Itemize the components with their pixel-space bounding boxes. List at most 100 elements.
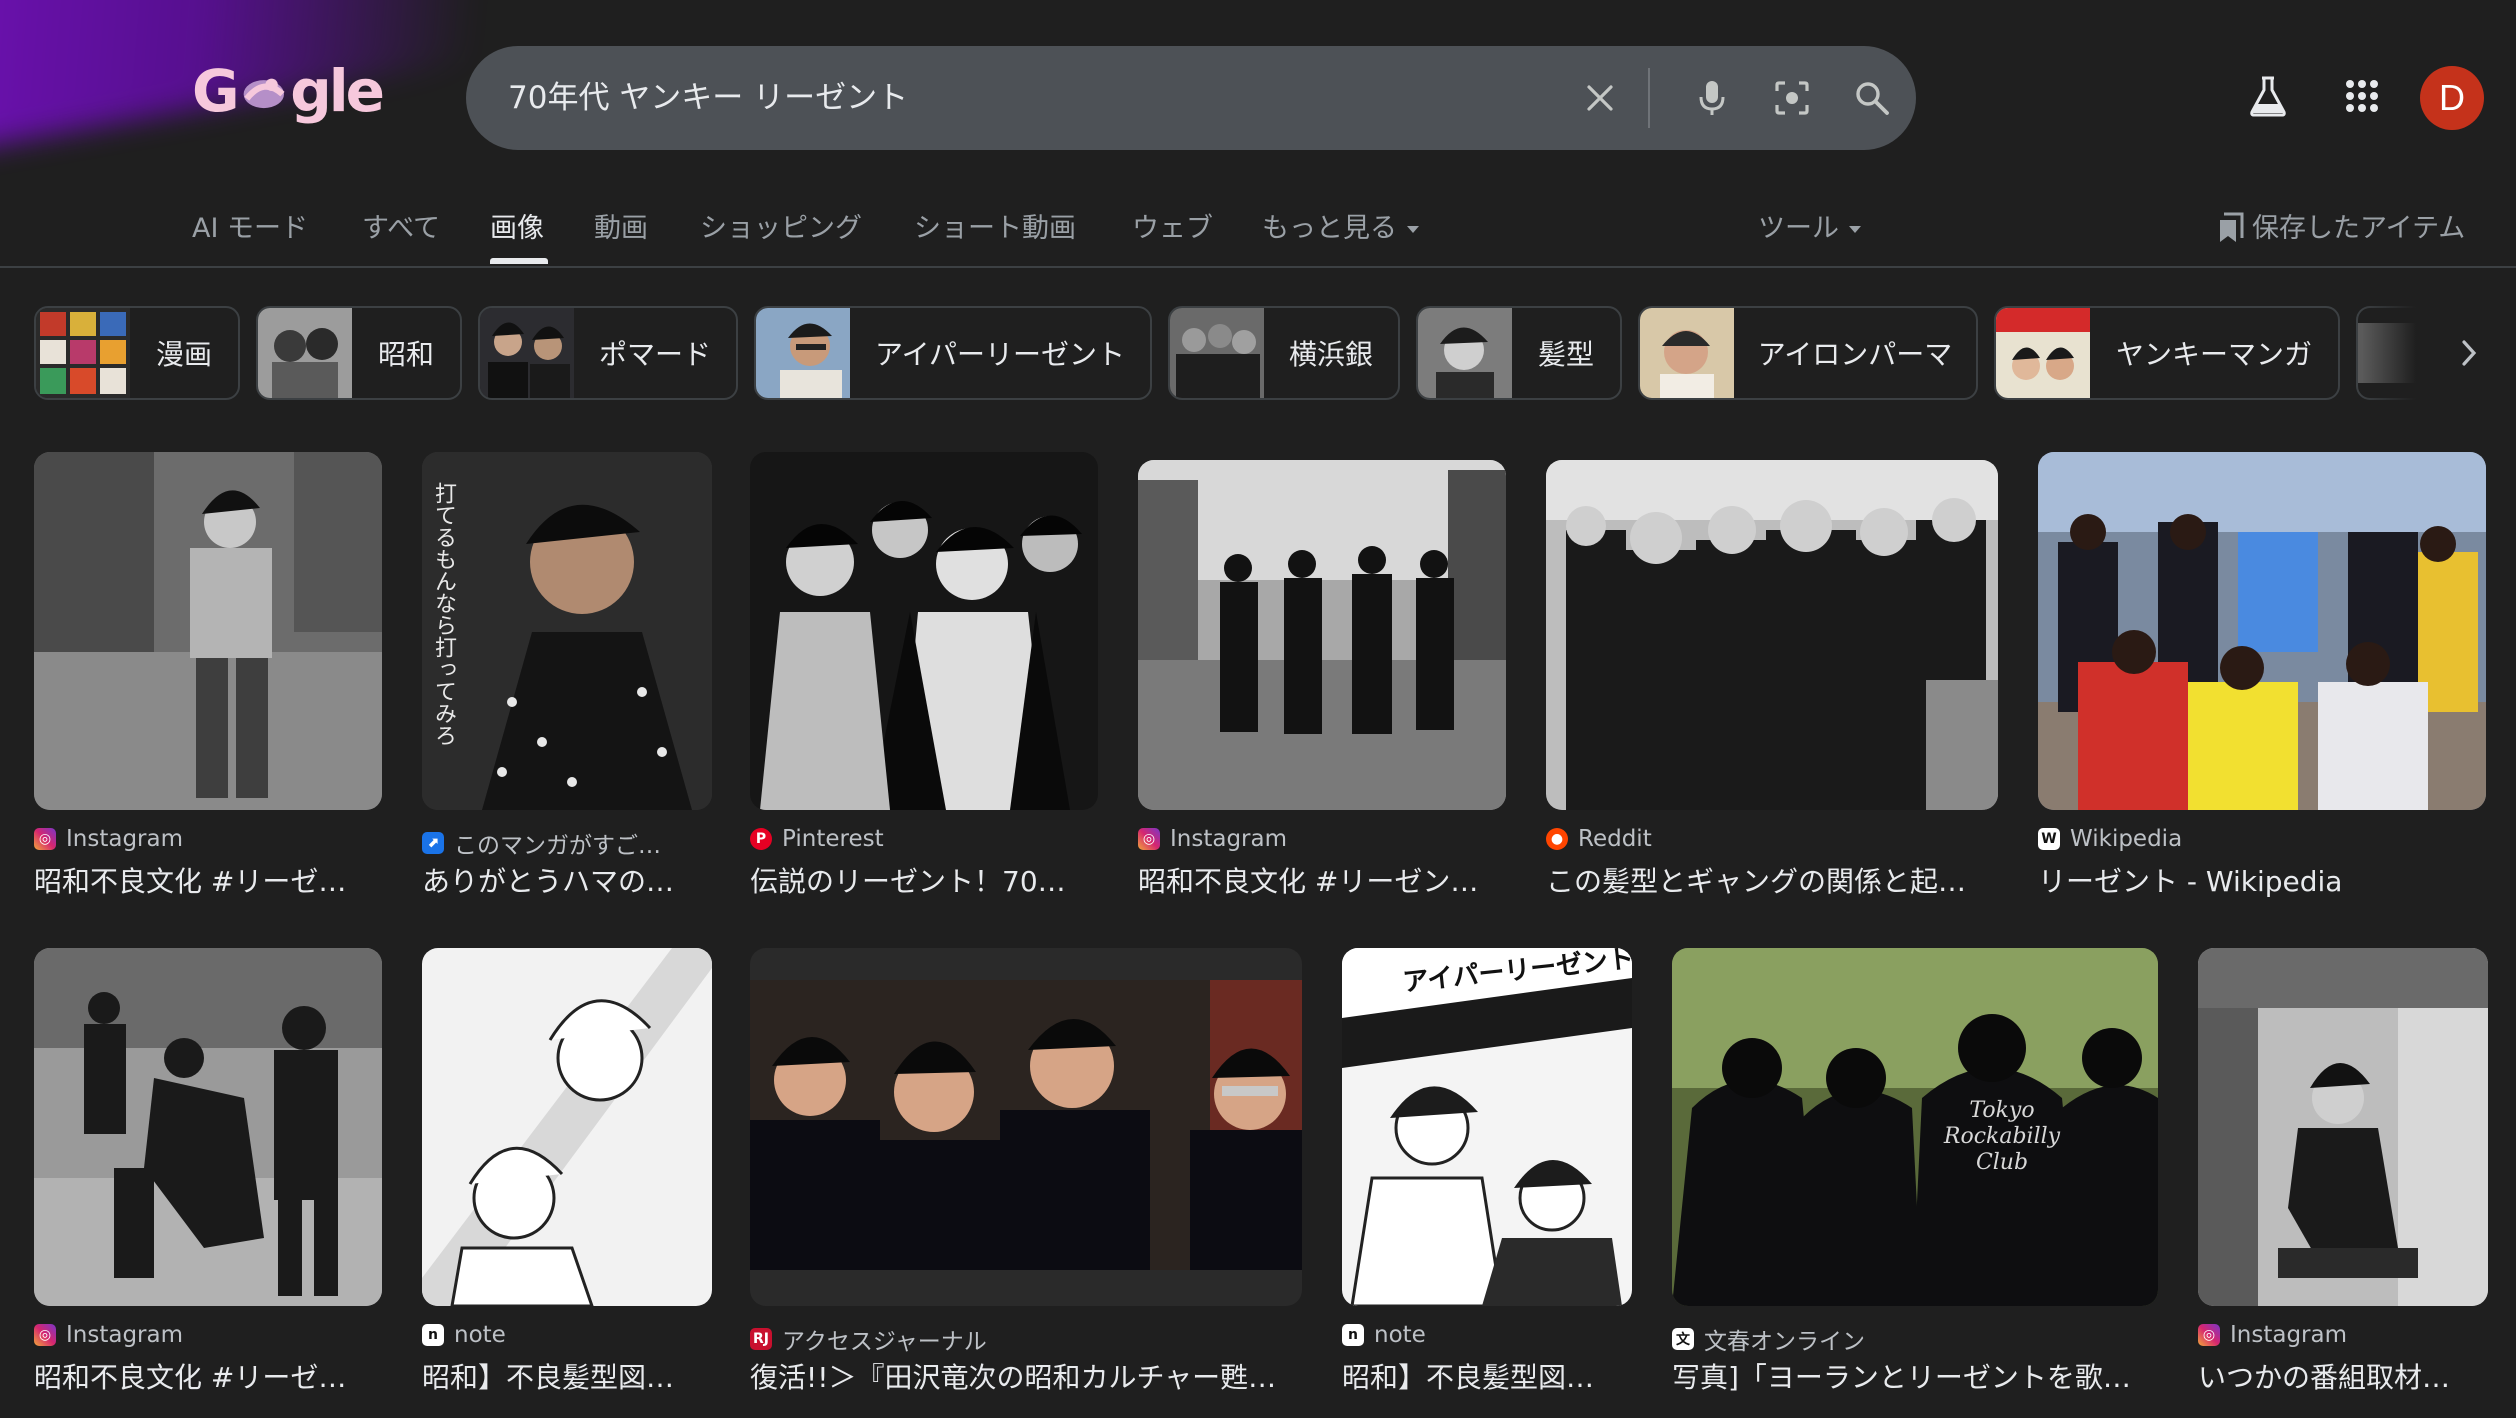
instagram-icon: ◎: [34, 1324, 56, 1346]
result-title[interactable]: 伝説のリーゼント！70…: [750, 860, 1098, 900]
tab-short-videos[interactable]: ショート動画: [914, 206, 1076, 245]
chip-label: ヤンキーマンガ: [2115, 338, 2312, 371]
result-title[interactable]: 昭和】不良髪型図…: [422, 1356, 712, 1396]
tab-web[interactable]: ウェブ: [1132, 206, 1213, 245]
search-divider: [1648, 68, 1650, 128]
result-source: ⬈ このマンガがすご…: [422, 826, 661, 860]
tools-button[interactable]: ツール: [1758, 206, 1861, 245]
result-image[interactable]: [2198, 948, 2488, 1306]
image-result-card[interactable]: ◎ Instagram 昭和不良文化 #リーゼン…: [1138, 452, 1506, 902]
tab-more-label: もっと見る: [1262, 213, 1397, 244]
chip-label: アイロンパーマ: [1757, 338, 1953, 371]
apps-grid-icon[interactable]: [2332, 66, 2392, 126]
microphone-icon[interactable]: [1686, 72, 1738, 124]
image-result-card[interactable]: ◎ Instagram 昭和不良文化 #リーゼ…: [34, 948, 382, 1398]
chip-manga[interactable]: 漫画: [34, 306, 240, 400]
instagram-icon: ◎: [1138, 828, 1160, 850]
result-image[interactable]: [34, 452, 382, 810]
chip-thumbnail: [1996, 308, 2090, 398]
camera-lens-icon[interactable]: [1766, 72, 1818, 124]
active-tab-indicator: [490, 258, 548, 264]
result-source: ◎ Instagram: [34, 1322, 183, 1348]
tab-all[interactable]: すべて: [362, 206, 440, 245]
result-title[interactable]: 写真]「ヨーランとリーゼントを歌…: [1672, 1356, 2158, 1396]
result-title[interactable]: 昭和不良文化 #リーゼン…: [1138, 860, 1506, 900]
image-result-card[interactable]: P Pinterest 伝説のリーゼント！70…: [750, 452, 1098, 902]
chip-label: 昭和: [377, 338, 434, 371]
google-doodle-logo[interactable]: G gle: [192, 56, 385, 126]
image-result-card[interactable]: ◎ Instagram 昭和不良文化 #リーゼ…: [34, 452, 382, 902]
result-image[interactable]: [422, 452, 712, 810]
result-image[interactable]: [1672, 948, 2158, 1306]
chips-scroll-right[interactable]: [2362, 306, 2516, 400]
chip-iper-regent[interactable]: アイパーリーゼント: [754, 306, 1152, 400]
reddit-icon: ●: [1546, 828, 1568, 850]
access-journal-icon: RJ: [750, 1328, 772, 1350]
account-avatar[interactable]: D: [2420, 66, 2484, 130]
chip-thumbnail: [258, 308, 352, 398]
result-title[interactable]: リーゼント - Wikipedia: [2038, 860, 2486, 900]
source-label: Pinterest: [782, 826, 884, 852]
result-image[interactable]: [1138, 460, 1506, 810]
chip-label: 横浜銀: [1288, 338, 1373, 371]
result-image[interactable]: [1546, 460, 1998, 810]
result-title[interactable]: ありがとうハマの…: [422, 860, 712, 900]
image-result-card[interactable]: n note 昭和】不良髪型図…: [422, 948, 712, 1398]
tab-videos[interactable]: 動画: [594, 206, 648, 245]
chip-showa[interactable]: 昭和: [256, 306, 462, 400]
image-result-card[interactable]: 打てるもんなら打ってみろ ⬈ このマンガがすご… ありがとうハマの…: [422, 452, 712, 902]
source-label: アクセスジャーナル: [782, 1329, 987, 1355]
result-image[interactable]: [34, 948, 382, 1306]
result-title[interactable]: 復活!!＞『田沢竜次の昭和カルチャー甦…: [750, 1356, 1302, 1396]
image-result-card[interactable]: ● Reddit この髪型とギャングの関係と起…: [1546, 452, 1998, 902]
chip-thumbnail: [756, 308, 850, 398]
chip-label: 漫画: [155, 338, 212, 371]
result-title[interactable]: この髪型とギャングの関係と起…: [1546, 860, 1998, 900]
chip-label: アイパーリーゼント: [874, 338, 1126, 371]
image-result-card[interactable]: ◎ Instagram いつかの番組取材…: [2198, 948, 2488, 1398]
result-image[interactable]: [2038, 452, 2486, 810]
jacket-print-text: Tokyo Rockabilly Club: [1943, 1098, 2061, 1175]
result-image[interactable]: [750, 452, 1098, 810]
result-title[interactable]: 昭和】不良髪型図…: [1342, 1356, 1632, 1396]
search-icon[interactable]: [1846, 72, 1898, 124]
result-image[interactable]: [1342, 948, 1632, 1306]
search-tabs: AI モード すべて 画像 動画 ショッピング ショート動画 ウェブ もっと見る…: [0, 196, 2516, 266]
source-label: Instagram: [66, 826, 184, 852]
chip-thumbnail: [1170, 308, 1264, 398]
result-image[interactable]: [750, 980, 1302, 1270]
tab-ai-mode[interactable]: AI モード: [192, 206, 308, 245]
chip-hairstyle[interactable]: 髪型: [1416, 306, 1622, 400]
image-result-card[interactable]: アイパーリーゼント n note 昭和】不良髪型図…: [1342, 944, 1635, 1398]
chip-label: ポマード: [598, 338, 711, 371]
source-label: note: [454, 1322, 506, 1348]
result-title[interactable]: 昭和不良文化 #リーゼ…: [34, 1356, 382, 1396]
result-image[interactable]: [422, 948, 712, 1306]
source-label: このマンガがすご…: [454, 833, 661, 859]
result-title[interactable]: 昭和不良文化 #リーゼ…: [34, 860, 382, 900]
labs-flask-icon[interactable]: [2238, 66, 2298, 126]
result-source: ◎ Instagram: [2198, 1322, 2347, 1348]
tab-more[interactable]: もっと見る: [1262, 206, 1419, 245]
search-input[interactable]: 70年代 ヤンキー リーゼント: [508, 46, 908, 150]
chip-label: 髪型: [1537, 338, 1594, 371]
image-result-card[interactable]: Tokyo Rockabilly Club 文文春オンライン 写真]「ヨーランと…: [1672, 948, 2158, 1398]
image-result-card[interactable]: W Wikipedia リーゼント - Wikipedia: [2038, 452, 2486, 902]
result-source: 文文春オンライン: [1672, 1322, 1865, 1356]
saved-items-button[interactable]: 保存したアイテム: [2218, 206, 2465, 245]
result-title[interactable]: いつかの番組取材…: [2198, 1356, 2488, 1396]
note-icon: n: [1342, 1324, 1364, 1346]
image-result-card[interactable]: RJ アクセスジャーナル 復活!!＞『田沢竜次の昭和カルチャー甦…: [750, 948, 1302, 1398]
result-source: n note: [1342, 1322, 1426, 1348]
chip-iron-perm[interactable]: アイロンパーマ: [1638, 306, 1978, 400]
chip-yokohama-gin[interactable]: 横浜銀: [1168, 306, 1400, 400]
tab-images[interactable]: 画像: [490, 206, 544, 245]
result-source: ◎ Instagram: [34, 826, 183, 852]
search-box[interactable]: 70年代 ヤンキー リーゼント: [466, 46, 1916, 150]
clear-icon[interactable]: [1574, 72, 1626, 124]
chip-thumbnail: [1640, 308, 1734, 398]
chip-yankee-manga[interactable]: ヤンキーマンガ: [1994, 306, 2340, 400]
chip-pomade[interactable]: ポマード: [478, 306, 738, 400]
tab-shopping[interactable]: ショッピング: [700, 206, 862, 245]
bunshun-icon: 文: [1672, 1328, 1694, 1350]
